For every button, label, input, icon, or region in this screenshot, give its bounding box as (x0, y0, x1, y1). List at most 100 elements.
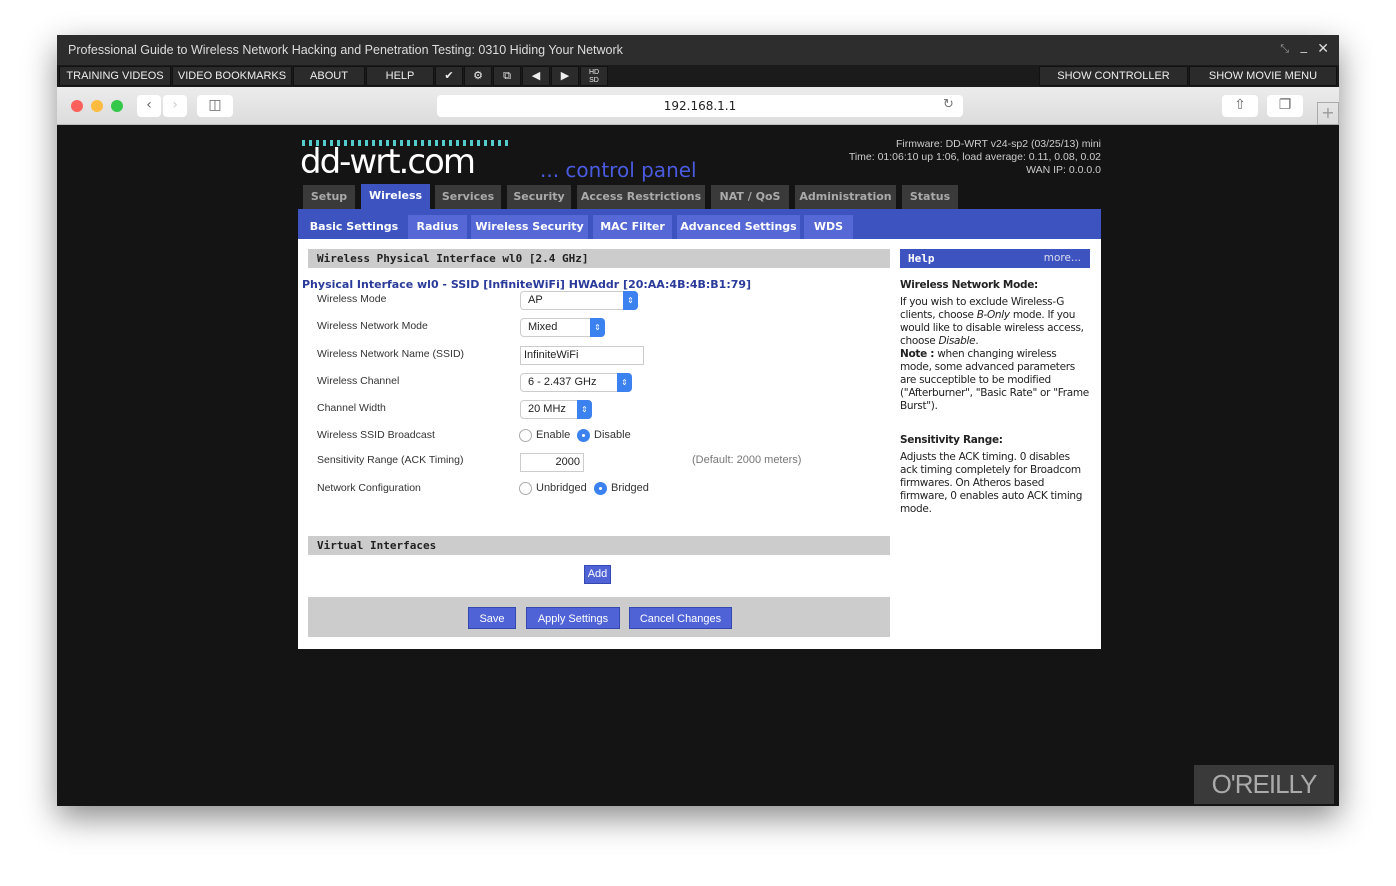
address-bar[interactable]: 192.168.1.1 (437, 95, 963, 117)
sd-label: SD (589, 77, 599, 84)
select-arrows-icon: ⇕ (577, 400, 592, 419)
window-title: Professional Guide to Wireless Network H… (57, 35, 1339, 65)
help-text-network-mode: If you wish to exclude Wireless-G client… (900, 296, 1089, 412)
zoom-window-button[interactable] (111, 100, 123, 112)
channel-select[interactable]: 6 - 2.437 GHz ⇕ (520, 373, 632, 392)
tab-nat-qos[interactable]: NAT / QoS (711, 185, 789, 209)
disable-label: Disable (594, 429, 631, 441)
wireless-mode-value: AP (528, 294, 543, 306)
sidebar-icon[interactable]: ◫ (197, 95, 233, 117)
channel-width-value: 20 MHz (528, 403, 566, 415)
check-icon[interactable]: ✔ (435, 66, 463, 86)
tab-security[interactable]: Security (507, 185, 571, 209)
subtab-basic-settings[interactable]: Basic Settings (305, 215, 403, 239)
back-icon[interactable]: ‹ (137, 95, 161, 117)
gear-icon[interactable]: ⚙ (464, 66, 492, 86)
ack-default-hint: (Default: 2000 meters) (692, 454, 802, 466)
show-controller-button[interactable]: SHOW CONTROLLER (1039, 66, 1188, 86)
close-icon[interactable]: ✕ (1317, 41, 1329, 57)
resize-icon[interactable]: ⤡ (1280, 42, 1289, 56)
subtab-wds[interactable]: WDS (804, 215, 853, 239)
video-player-window: Professional Guide to Wireless Network H… (57, 35, 1339, 806)
section-virtual-interfaces: Virtual Interfaces (308, 536, 890, 555)
firmware-text: Firmware: DD-WRT v24-sp2 (03/25/13) mini (896, 138, 1101, 150)
subtab-advanced-settings[interactable]: Advanced Settings (677, 215, 800, 239)
tab-wireless[interactable]: Wireless (361, 184, 430, 209)
enable-label: Enable (536, 429, 571, 441)
close-window-button[interactable] (71, 100, 83, 112)
settings-content: Wireless Physical Interface wl0 [2.4 GHz… (298, 239, 1101, 649)
minimize-icon[interactable]: _ (1301, 39, 1308, 54)
tab-setup[interactable]: Setup (303, 185, 355, 209)
select-arrows-icon: ⇕ (590, 318, 605, 337)
cancel-changes-button[interactable]: Cancel Changes (629, 607, 732, 629)
label-ssid-broadcast: Wireless SSID Broadcast (317, 429, 435, 441)
reload-icon[interactable]: ↻ (943, 97, 954, 112)
tab-access-restrictions[interactable]: Access Restrictions (577, 185, 705, 209)
save-button[interactable]: Save (468, 607, 516, 629)
help-title: Help (908, 252, 935, 265)
new-tab-icon[interactable]: + (1317, 102, 1339, 125)
network-mode-value: Mixed (528, 321, 558, 333)
interface-info: Physical Interface wl0 - SSID [InfiniteW… (302, 278, 752, 291)
label-channel-width: Channel Width (317, 402, 386, 414)
help-heading-sensitivity: Sensitivity Range: (900, 434, 1003, 446)
subtab-bar: Basic Settings Radius Wireless Security … (298, 209, 1101, 239)
unbridged-label: Unbridged (536, 482, 587, 494)
tab-services[interactable]: Services (435, 185, 501, 209)
forward-icon[interactable]: › (163, 95, 187, 117)
help-more-link[interactable]: more... (1044, 249, 1081, 268)
label-channel: Wireless Channel (317, 375, 400, 387)
label-ssid: Wireless Network Name (SSID) (317, 348, 465, 360)
wan-ip-text: WAN IP: 0.0.0.0 (1026, 164, 1101, 176)
label-wireless-mode: Wireless Mode (317, 293, 387, 305)
wireless-mode-select[interactable]: AP ⇕ (520, 291, 638, 310)
unbridged-radio[interactable] (519, 482, 532, 495)
help-text-sensitivity: Adjusts the ACK timing. 0 disables ack t… (900, 451, 1083, 515)
action-bar: Save Apply Settings Cancel Changes (308, 597, 890, 637)
tab-status[interactable]: Status (902, 185, 958, 209)
help-header: Help more... (900, 249, 1090, 268)
add-button[interactable]: Add (584, 565, 611, 584)
menu-about[interactable]: ABOUT (293, 66, 365, 86)
subtab-wireless-security[interactable]: Wireless Security (471, 215, 588, 239)
subtab-mac-filter[interactable]: MAC Filter (593, 215, 672, 239)
ddwrt-logo: dd-wrt.com (300, 142, 476, 182)
ssid-input[interactable]: InfiniteWiFi (520, 346, 644, 365)
popout-icon[interactable]: ⧉ (493, 66, 521, 86)
ack-timing-input[interactable]: 2000 (520, 453, 584, 472)
ssid-broadcast-disable-radio[interactable] (577, 429, 590, 442)
menu-help[interactable]: HELP (366, 66, 434, 86)
minimize-window-button[interactable] (91, 100, 103, 112)
menu-video-bookmarks[interactable]: VIDEO BOOKMARKS (172, 66, 292, 86)
next-icon[interactable]: ▶ (551, 66, 579, 86)
subtab-radius[interactable]: Radius (408, 215, 467, 239)
tab-administration[interactable]: Administration (795, 185, 896, 209)
select-arrows-icon: ⇕ (617, 373, 632, 392)
channel-value: 6 - 2.437 GHz (528, 376, 597, 388)
show-movie-menu-button[interactable]: SHOW MOVIE MENU (1189, 66, 1337, 86)
share-icon[interactable]: ⇧ (1222, 95, 1258, 117)
label-ack-timing: Sensitivity Range (ACK Timing) (317, 454, 464, 466)
label-network-mode: Wireless Network Mode (317, 320, 428, 332)
previous-icon[interactable]: ◀ (522, 66, 550, 86)
help-panel: Help more... Wireless Network Mode: If y… (900, 249, 1090, 516)
hd-label: HD (588, 69, 600, 76)
uptime-text: Time: 01:06:10 up 1:06, load average: 0.… (848, 151, 1101, 163)
network-mode-select[interactable]: Mixed ⇕ (520, 318, 605, 337)
router-status: Firmware: DD-WRT v24-sp2 (03/25/13) mini… (849, 138, 1101, 177)
oreilly-watermark: O'REILLY (1194, 765, 1334, 804)
hd-sd-toggle[interactable]: HD SD (580, 66, 608, 86)
bridged-radio[interactable] (594, 482, 607, 495)
menu-training-videos[interactable]: TRAINING VIDEOS (59, 66, 171, 86)
channel-width-select[interactable]: 20 MHz ⇕ (520, 400, 592, 419)
bridged-label: Bridged (611, 482, 649, 494)
apply-settings-button[interactable]: Apply Settings (526, 607, 620, 629)
tabs-icon[interactable]: ❐ (1267, 95, 1303, 117)
section-physical-interface: Wireless Physical Interface wl0 [2.4 GHz… (308, 249, 890, 268)
browser-toolbar: ‹ › ◫ 192.168.1.1 ↻ ⇧ ❐ + (57, 87, 1339, 125)
help-heading-network-mode: Wireless Network Mode: (900, 279, 1038, 291)
ssid-broadcast-enable-radio[interactable] (519, 429, 532, 442)
ddwrt-panel: dd-wrt.com ... control panel Firmware: D… (298, 130, 1101, 649)
menu-bar: TRAINING VIDEOS VIDEO BOOKMARKS ABOUT HE… (57, 65, 1339, 87)
